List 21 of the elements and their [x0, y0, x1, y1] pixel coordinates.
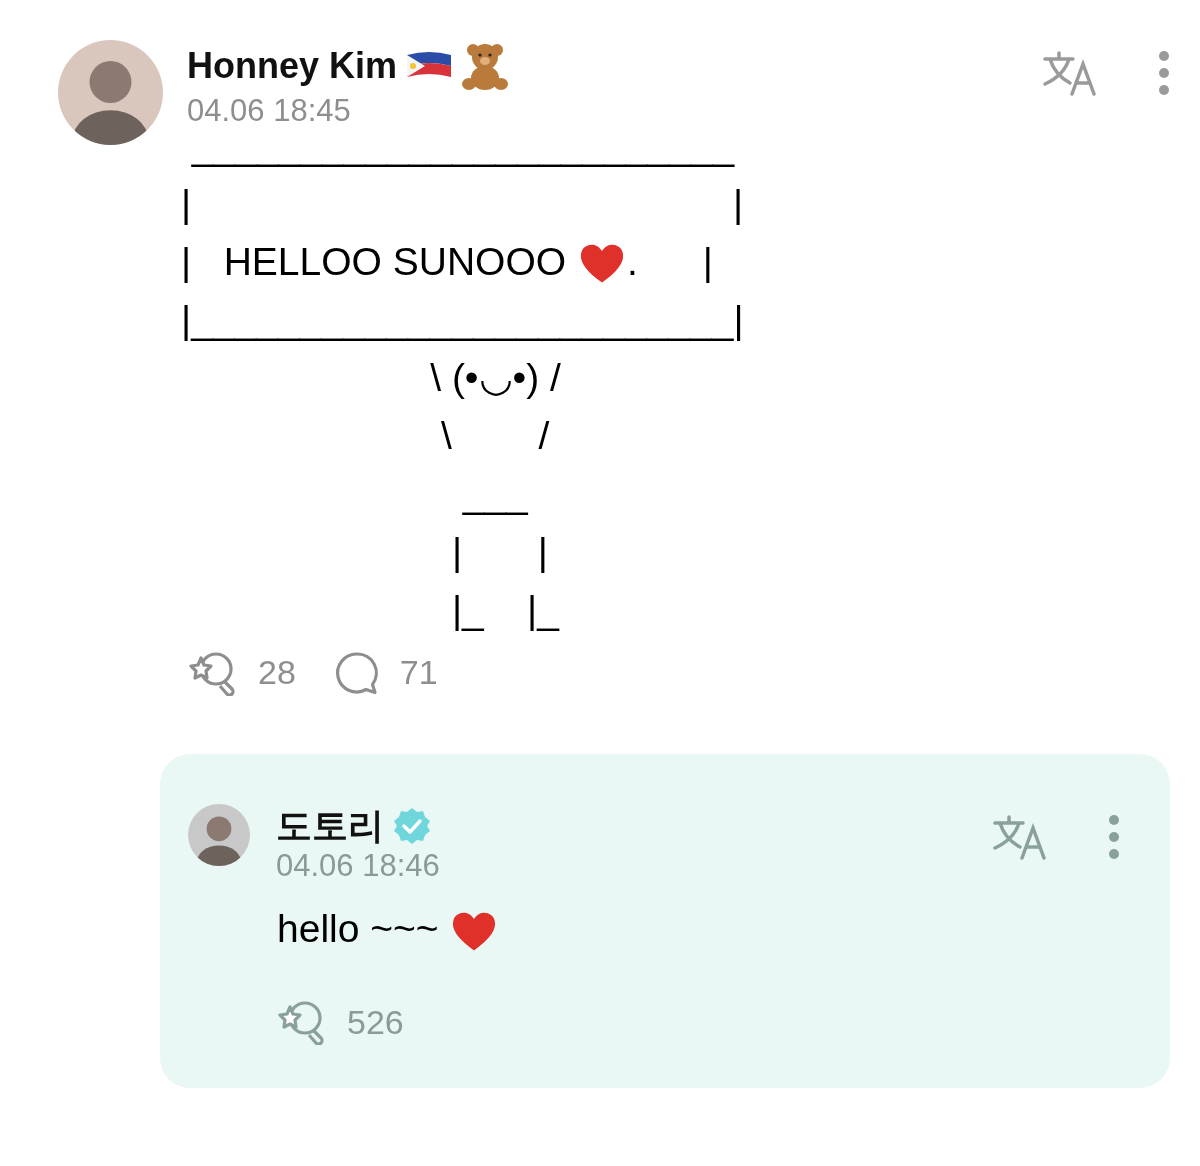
- post-date: 04.06 18:46: [276, 847, 441, 885]
- comment-icon[interactable]: [333, 649, 380, 696]
- comment-count: 71: [399, 652, 438, 693]
- star-search-icon[interactable]: [188, 649, 238, 696]
- like-count: 526: [347, 1001, 404, 1043]
- text: | HELLOO SUNOOO: [181, 239, 568, 285]
- text: | |: [181, 181, 744, 227]
- text: |_________________________|: [181, 297, 744, 343]
- text: ___: [461, 471, 528, 517]
- text: |_ |_: [450, 587, 559, 633]
- more-icon[interactable]: [1158, 50, 1170, 96]
- star-search-icon[interactable]: [277, 999, 327, 1046]
- author-name[interactable]: 도토리: [276, 804, 384, 848]
- like-count: 28: [258, 652, 296, 693]
- text: \ /: [440, 413, 550, 459]
- text: . |: [626, 239, 713, 285]
- text: hello ~~~: [277, 906, 440, 953]
- more-icon[interactable]: [1108, 814, 1120, 860]
- text: \ (•◡•) /: [429, 355, 561, 401]
- text: | |: [450, 529, 548, 575]
- author-name[interactable]: Honney Kim: [187, 44, 398, 88]
